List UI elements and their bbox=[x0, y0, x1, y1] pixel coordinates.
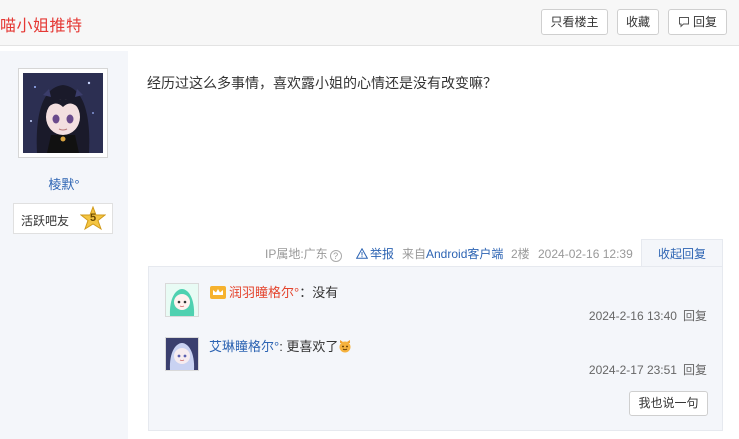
report-label: 举报 bbox=[370, 247, 395, 261]
favorite-button[interactable]: 收藏 bbox=[617, 9, 659, 35]
post-content: 经历过这么多事情，喜欢露小姐的心情还是没有改变嘛？ bbox=[147, 75, 497, 91]
comment-time: 2024-2-17 23:51 bbox=[588, 363, 677, 377]
avatar-image bbox=[23, 73, 103, 153]
report-link[interactable]: 举报 bbox=[355, 246, 395, 262]
comment-avatar-image bbox=[166, 338, 198, 370]
user-panel: 棱默° 活跃吧友 5 bbox=[0, 51, 128, 439]
only-author-button[interactable]: 只看楼主 bbox=[541, 9, 608, 35]
floor-number: 2楼 bbox=[511, 247, 530, 261]
thread-header: 喵小姐推特 只看楼主 收藏 回复 bbox=[0, 0, 739, 46]
comment-avatar[interactable] bbox=[165, 283, 199, 317]
reply-button[interactable]: 回复 bbox=[668, 9, 727, 35]
level-star-icon: 5 bbox=[79, 205, 107, 232]
comment-list: 润羽瞳格尔°：没有 2024-2-16 13:40 回复 艾琳瞳格尔°: 更喜欢了… bbox=[148, 266, 723, 431]
user-avatar[interactable] bbox=[18, 68, 108, 158]
comment-reply-link[interactable]: 回复 bbox=[683, 309, 707, 323]
comment-text: ：没有 bbox=[299, 285, 339, 300]
rank-level: 5 bbox=[89, 212, 97, 224]
post-datetime: 2024-02-16 12:39 bbox=[538, 247, 633, 261]
ip-location-text: IP属地:广东 bbox=[265, 247, 328, 261]
comment-text: : 更喜欢了 bbox=[279, 339, 339, 354]
ip-location: IP属地:广东? bbox=[265, 246, 342, 262]
comment-line: 艾琳瞳格尔°: 更喜欢了 bbox=[209, 338, 352, 356]
comment-avatar-image bbox=[166, 284, 198, 316]
comment-username[interactable]: 润羽瞳格尔° bbox=[229, 285, 299, 300]
comment-username[interactable]: 艾琳瞳格尔° bbox=[209, 339, 279, 354]
client-prefix: 来自 bbox=[402, 247, 427, 261]
thread-title[interactable]: 喵小姐推特 bbox=[0, 12, 83, 36]
rank-badge-box[interactable]: 活跃吧友 5 bbox=[13, 203, 113, 234]
add-comment-button[interactable]: 我也说一句 bbox=[629, 391, 708, 416]
collapse-replies-tab[interactable]: 收起回复 bbox=[641, 239, 723, 267]
comment-reply-link[interactable]: 回复 bbox=[683, 363, 707, 377]
comment-meta: 2024-2-16 13:40 回复 bbox=[589, 307, 707, 324]
comment-avatar[interactable] bbox=[165, 337, 199, 371]
reply-button-label: 回复 bbox=[692, 15, 717, 29]
comment-line: 润羽瞳格尔°：没有 bbox=[209, 284, 338, 302]
comment-time: 2024-2-16 13:40 bbox=[588, 309, 677, 323]
vip-crown-icon bbox=[209, 284, 227, 300]
question-circle-icon[interactable]: ? bbox=[329, 250, 342, 262]
speech-bubble-icon bbox=[678, 17, 689, 28]
comment-meta: 2024-2-17 23:51 回复 bbox=[589, 361, 707, 378]
username[interactable]: 棱默° bbox=[0, 174, 128, 193]
client-link[interactable]: Android客户端 bbox=[426, 246, 503, 262]
cat-face-emoji bbox=[338, 339, 352, 353]
rank-title: 活跃吧友 bbox=[21, 214, 70, 228]
warning-triangle-icon bbox=[355, 247, 369, 259]
